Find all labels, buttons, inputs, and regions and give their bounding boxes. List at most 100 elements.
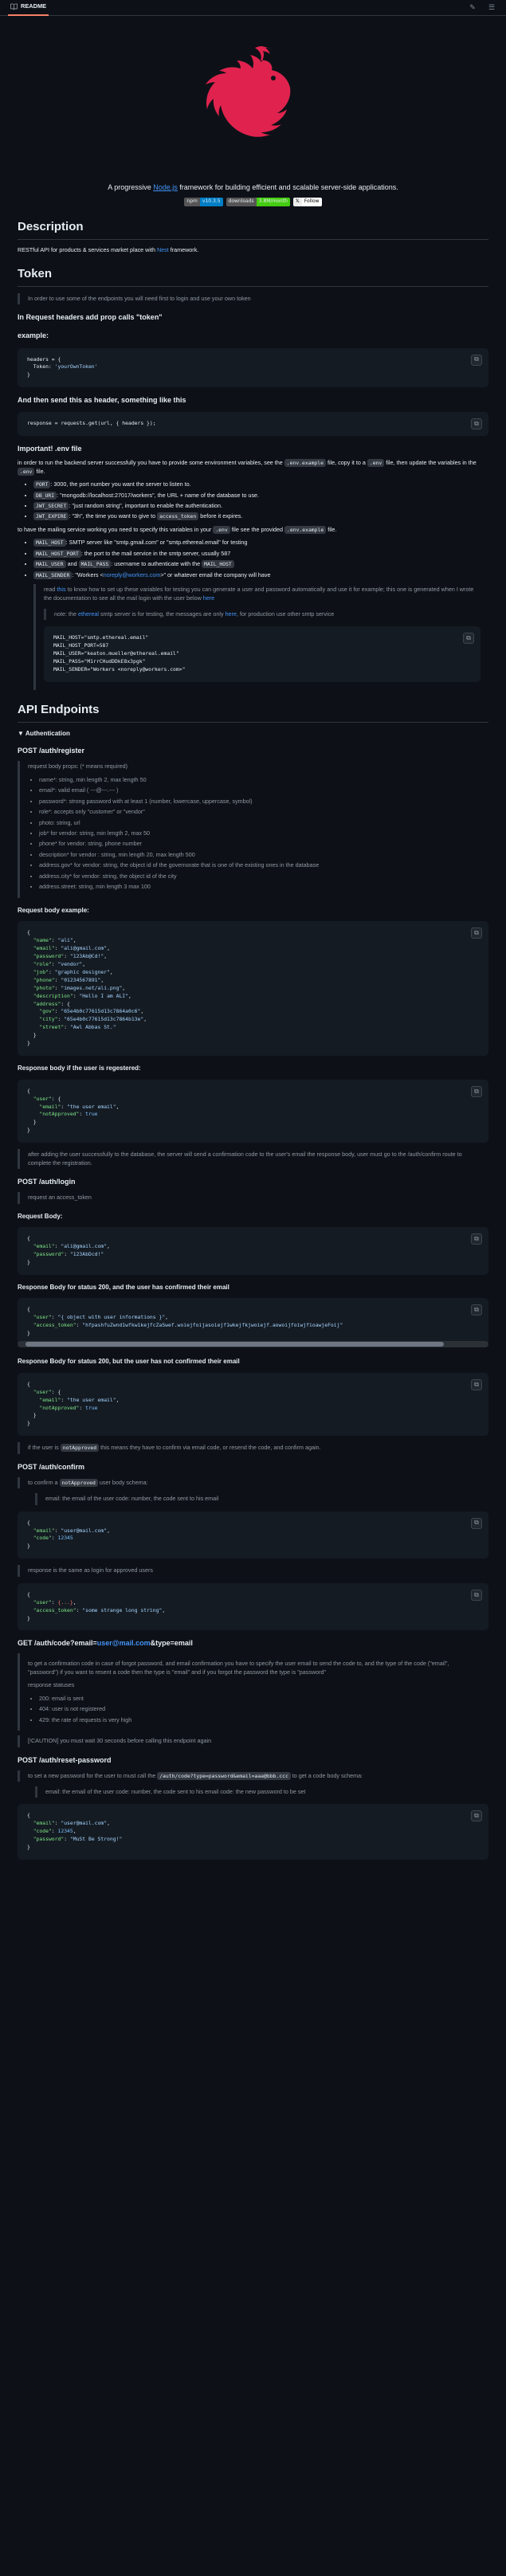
- inline-code: MAIL_HOST_PORT: [33, 549, 81, 558]
- scrollbar-thumb[interactable]: [25, 1342, 444, 1347]
- json-value: "some strange long string": [82, 1606, 163, 1613]
- code-line: "password": "123AbDcd!": [33, 1251, 104, 1258]
- ethereal-note: note: the ethereal smtp server is for te…: [44, 608, 481, 621]
- statuses-list: 200: email is sent 404: user is not regi…: [28, 1695, 481, 1724]
- json-key: "email": [33, 1527, 55, 1534]
- code-line: headers = {: [27, 355, 61, 363]
- code-block: ⧉ { "email": "user@mail.com", "code": 123…: [18, 1511, 488, 1559]
- code-line: "gov": "65e4b0c77615d13c7864a0c6",: [39, 1008, 144, 1015]
- text: : "3h", the time you want to give to: [69, 512, 158, 520]
- downloads-badge[interactable]: downloads 3.8M/month: [226, 198, 290, 207]
- copy-icon[interactable]: ⧉: [471, 1233, 482, 1245]
- email-link[interactable]: noreply@workers.com: [104, 571, 161, 578]
- list-item: MAIL_USER and MAIL_PASS: username to aut…: [33, 560, 488, 569]
- list-item: password*: strong password with at least…: [39, 798, 481, 806]
- text: : "Workers <: [72, 570, 104, 578]
- list-item: MAIL_SENDER: "Workers <noreply@workers.c…: [33, 570, 488, 691]
- confirm-heading: POST /auth/confirm: [18, 1462, 85, 1471]
- copy-icon[interactable]: ⧉: [463, 633, 474, 645]
- text: before it expires.: [198, 512, 243, 520]
- code-line: "email": "user@mail.com",: [33, 1820, 110, 1827]
- here-link[interactable]: here: [203, 594, 214, 602]
- json-key: "street": [39, 1024, 65, 1031]
- reset-note: to set a new password for the user to mu…: [18, 1770, 488, 1782]
- json-value: "65e4b0c77615d13c7864a0c6": [61, 1008, 141, 1015]
- login-req-label: Request Body:: [18, 1212, 63, 1220]
- npm-badge[interactable]: npm v10.3.5: [184, 198, 223, 207]
- json-key: "notApproved": [39, 1404, 80, 1411]
- code-line: response = requests.get(url, { headers }…: [27, 420, 156, 427]
- text: &type=email: [150, 1639, 193, 1648]
- tagline-text: A progressive: [108, 183, 154, 191]
- json-key: "email": [39, 1396, 61, 1403]
- copy-icon[interactable]: ⧉: [471, 927, 482, 939]
- login-unconf-label: Response Body for status 200, but the us…: [18, 1358, 240, 1366]
- text: : "just random string", important to ena…: [69, 502, 222, 510]
- code-line: "code": 12345: [33, 1535, 73, 1542]
- email-link[interactable]: user@mail.com: [97, 1639, 151, 1647]
- copy-icon[interactable]: ⧉: [471, 1378, 482, 1390]
- json-value: "Hello I am ALI": [79, 992, 128, 999]
- horizontal-scrollbar[interactable]: [18, 1341, 488, 1348]
- pencil-icon[interactable]: ✎: [468, 3, 477, 13]
- code-line: "password": "MuSt Be Strong!": [33, 1836, 123, 1843]
- nest-link[interactable]: Nest: [157, 246, 169, 253]
- auth-summary[interactable]: ▼ Authentication: [18, 729, 488, 739]
- text: >" or whatever email the company will ha…: [160, 570, 271, 578]
- here-link[interactable]: here: [226, 610, 237, 618]
- list-item: photo: string, url: [39, 819, 481, 827]
- getcode-heading: GET /auth/code?email=user@mail.com&type=…: [18, 1638, 488, 1649]
- code-line: }: [27, 1119, 37, 1126]
- copy-icon[interactable]: ⧉: [471, 1810, 482, 1822]
- login-resp200-label: Response Body for status 200, and the us…: [18, 1283, 229, 1291]
- copy-icon[interactable]: ⧉: [471, 1589, 482, 1601]
- copy-icon[interactable]: ⧉: [471, 1517, 482, 1529]
- json-key: "user": [33, 1314, 52, 1321]
- code-line: }: [27, 1040, 30, 1047]
- readme-tab-label: README: [21, 2, 47, 10]
- list-item: description* for vendor : string, min le…: [39, 851, 481, 859]
- json-key: "email": [39, 1103, 61, 1110]
- this-link[interactable]: this: [57, 586, 65, 593]
- readme-tab[interactable]: README: [8, 0, 49, 16]
- text: note: the: [54, 610, 78, 618]
- code-block: ⧉ { "name": "ali", "email": "ali@gmail.co…: [18, 921, 488, 1057]
- caution-note: [!CAUTION] you must wait 30 seconds befo…: [18, 1735, 488, 1747]
- inline-code: .env.example: [284, 525, 327, 534]
- inline-code: JWT_EXPIRE: [33, 512, 69, 521]
- nodejs-link[interactable]: Node.js: [153, 183, 178, 191]
- text: to get a confirmation code in case of fo…: [28, 1660, 449, 1676]
- confirm-schema-note: email: the email of the user code: numbe…: [35, 1493, 488, 1505]
- text: file.: [34, 467, 45, 475]
- json-key: "email": [33, 1820, 55, 1827]
- code-line: {: [27, 1812, 30, 1819]
- readme-body: A progressive Node.js framework for buil…: [0, 16, 506, 1860]
- text: if the user is: [28, 1444, 61, 1452]
- list-icon[interactable]: ☰: [487, 3, 496, 13]
- copy-icon[interactable]: ⧉: [471, 354, 482, 366]
- code-line: }: [27, 1844, 30, 1851]
- register-props: request body props: (* means required) n…: [18, 761, 488, 898]
- token-send-heading: And then send this as header, something …: [18, 396, 186, 405]
- text: file, copy it to a: [325, 459, 367, 467]
- list-item: 429: the rate of requests is very high: [39, 1716, 481, 1724]
- list-item: MAIL_HOST_PORT: the port to the mail ser…: [33, 549, 488, 558]
- text: file.: [326, 525, 337, 533]
- props-label: request body props: (* means required): [28, 763, 128, 770]
- inline-code: DB_URI: [33, 491, 57, 500]
- follow-badge[interactable]: 𝕏 Follow: [292, 198, 322, 207]
- code-line: MAIL_SENDER="Workers <noreply@workers.co…: [53, 666, 186, 673]
- code-line: Token:: [27, 363, 55, 371]
- code-line: "photo": "images.net/ali.png",: [33, 984, 126, 991]
- inline-code: PORT: [33, 480, 51, 489]
- json-key: "user": [33, 1095, 52, 1102]
- copy-icon[interactable]: ⧉: [471, 1304, 482, 1316]
- copy-icon[interactable]: ⧉: [471, 418, 482, 430]
- copy-icon[interactable]: ⧉: [471, 1085, 482, 1097]
- ethereal-link[interactable]: ethereal: [78, 610, 99, 618]
- env-intro: in order to run the backend server succe…: [18, 459, 488, 476]
- code-block: ⧉ { "user": "{ object with user informati…: [18, 1298, 488, 1347]
- statuses-label: response statuses: [28, 1681, 75, 1689]
- code-line: "email": "the user email",: [39, 1103, 120, 1110]
- json-key: "code": [33, 1828, 52, 1835]
